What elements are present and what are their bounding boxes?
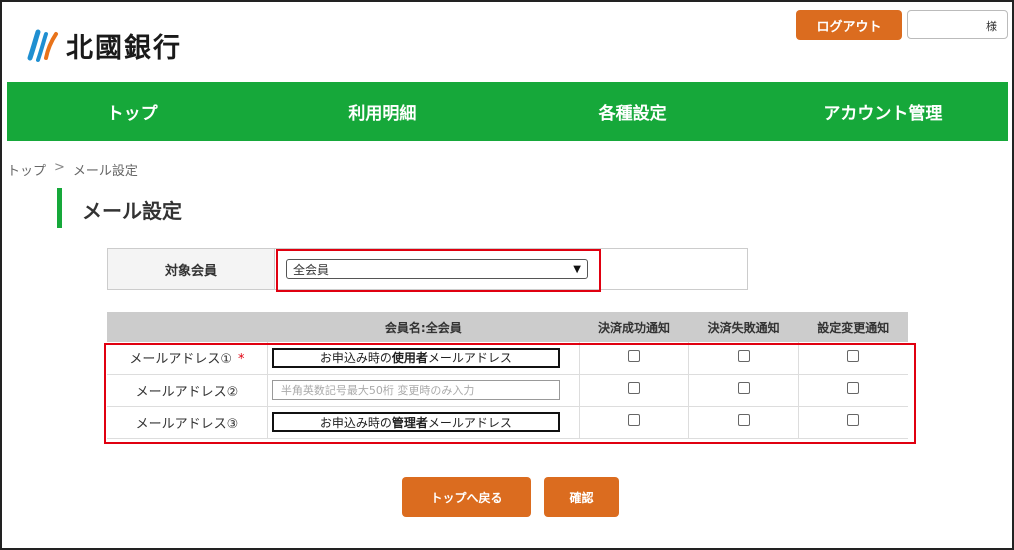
nav-item-statements[interactable]: 利用明細 [257,82,507,141]
bank-logo[interactable]: 北國銀行 [24,26,182,65]
breadcrumb-current: メール設定 [72,164,138,179]
hokkoku-logo-icon [27,29,58,62]
title-accent-bar [57,188,62,228]
email-rows-highlight-box [104,343,916,444]
user-name-box: 様 [907,10,1008,39]
back-to-top-button[interactable]: トップへ戻る [402,477,531,517]
header-member-name: 会員名:全会員 [267,312,580,342]
nav-item-top[interactable]: トップ [7,82,257,141]
header-success-notice: 決済成功通知 [579,312,689,342]
target-member-label: 対象会員 [164,263,217,279]
confirm-button[interactable]: 確認 [544,477,619,517]
target-member-select[interactable]: 全会員 ▼ [286,259,588,279]
page-title: メール設定 [82,199,182,223]
logout-button[interactable]: ログアウト [796,10,902,40]
bank-name: 北國銀行 [66,33,182,64]
breadcrumb-separator: > [54,160,65,175]
nav-item-settings[interactable]: 各種設定 [508,82,758,141]
nav-item-account[interactable]: アカウント管理 [758,82,1008,141]
header-settings-notice: 設定変更通知 [798,312,908,342]
header-blank [107,312,268,342]
breadcrumb-home[interactable]: トップ [7,160,46,179]
chevron-down-icon: ▼ [573,263,581,275]
select-value: 全会員 [293,262,330,277]
header-failure-notice: 決済失敗通知 [688,312,799,342]
user-suffix: 様 [986,20,997,33]
main-nav: トップ 利用明細 各種設定 アカウント管理 [7,82,1008,141]
breadcrumb: トップ > メール設定 [7,160,138,179]
